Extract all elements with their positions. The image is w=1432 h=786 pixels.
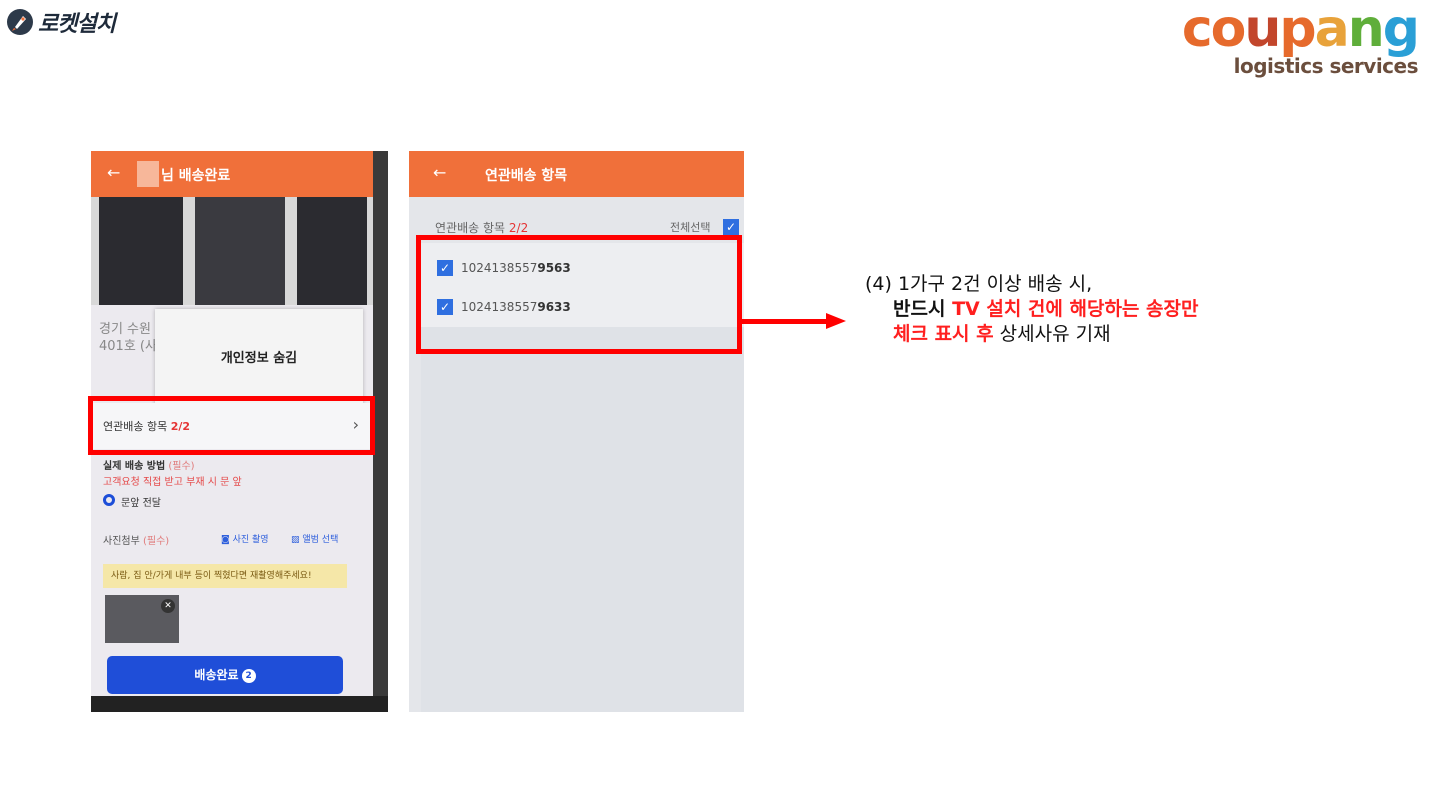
- related-count-label: 연관배송 항목 2/2: [435, 221, 529, 235]
- photo-notice: 사람, 집 안/가게 내부 등이 찍혔다면 재촬영해주세요!: [103, 564, 347, 588]
- note-line-1: (4) 1가구 2건 이상 배송 시,: [865, 273, 1093, 295]
- photo-attach-label: 사진첨부 (필수): [103, 536, 170, 547]
- delivery-complete-button[interactable]: 배송완료 2: [107, 656, 343, 694]
- android-nav-bar: [91, 696, 388, 712]
- phone2-header-title: 연관배송 항목: [485, 168, 568, 184]
- door-panel: [195, 197, 285, 305]
- instruction-note: (4) 1가구 2건 이상 배송 시, 반드시 TV 설치 건에 해당하는 송장…: [865, 272, 1198, 347]
- delivery-method-section: 실제 배송 방법 (필수) 고객요청 직접 받고 부재 시 문 앞: [103, 461, 242, 488]
- arrow-right-icon: [826, 313, 846, 329]
- close-icon[interactable]: ✕: [161, 599, 175, 613]
- door-photo: [91, 197, 373, 305]
- highlight-box: [416, 235, 742, 354]
- select-all-label: 전체선택: [670, 221, 711, 234]
- back-arrow-icon[interactable]: ←: [107, 163, 120, 182]
- phone1-header: 님 배송완료 ←: [91, 151, 373, 197]
- door-delivery-radio[interactable]: [103, 494, 115, 506]
- rocket-icon: [7, 9, 33, 35]
- count-badge: 2: [241, 668, 256, 683]
- arrow-line: [741, 319, 827, 324]
- phone1-header-title: 님 배송완료: [161, 168, 231, 184]
- back-arrow-icon[interactable]: ←: [433, 163, 446, 182]
- delivery-address: 경기 수원 401호 (사: [99, 322, 157, 354]
- name-redaction: [137, 161, 159, 187]
- note-line-3: 체크 표시 후 상세사유 기재: [893, 323, 1111, 345]
- highlight-box: [88, 396, 375, 455]
- camera-icon: ◙: [221, 535, 230, 545]
- rocket-install-brand: 로켓설치: [6, 6, 116, 38]
- brand-name: 로켓설치: [38, 12, 116, 37]
- door-panel: [99, 197, 183, 305]
- privacy-modal: 개인정보 숨김: [155, 309, 363, 409]
- door-delivery-label: 문앞 전달: [121, 498, 161, 509]
- select-all-checkbox[interactable]: ✓: [723, 219, 739, 235]
- door-panel: [297, 197, 367, 305]
- phone2-header: ← 연관배송 항목: [409, 151, 744, 197]
- privacy-modal-title[interactable]: 개인정보 숨김: [155, 347, 363, 366]
- coupang-wordmark: coupang: [1181, 0, 1420, 59]
- image-icon: ▨: [291, 535, 300, 545]
- album-button[interactable]: ▨ 앨범 선택: [291, 532, 338, 545]
- coupang-logo: coupang logistics services: [1181, 0, 1420, 78]
- empty-area: [421, 327, 744, 712]
- note-line-2: 반드시 TV 설치 건에 해당하는 송장만: [893, 298, 1199, 320]
- camera-button[interactable]: ◙ 사진 촬영: [221, 532, 269, 545]
